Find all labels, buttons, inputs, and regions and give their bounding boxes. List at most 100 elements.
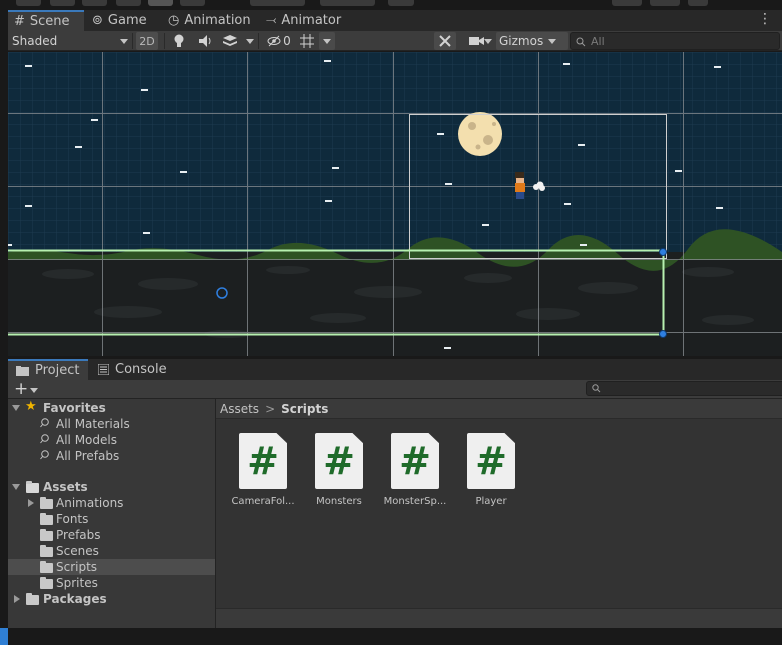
tab-console-label: Console — [115, 362, 167, 377]
folder-fonts[interactable]: Fonts — [8, 511, 215, 527]
tools-overlay-button[interactable] — [434, 32, 456, 50]
tab-project[interactable]: Project — [8, 359, 88, 380]
animator-icon: ⤙ — [266, 13, 277, 28]
transform-tool-button[interactable] — [180, 0, 205, 6]
folder-scenes[interactable]: Scenes — [8, 543, 215, 559]
favorite-item-all-prefabs[interactable]: All Prefabs — [8, 448, 215, 464]
favorites-label: Favorites — [43, 401, 106, 415]
clock-icon: ◷ — [168, 13, 180, 28]
grid-icon — [300, 34, 314, 48]
effects-toggle[interactable] — [220, 32, 240, 50]
scene-viewport[interactable] — [8, 52, 782, 356]
tab-animation[interactable]: ◷ Animation — [162, 10, 258, 31]
effects-dropdown-icon[interactable] — [246, 39, 254, 44]
toolbar-divider — [258, 33, 259, 49]
folder-label: Fonts — [56, 512, 89, 526]
tool-settings-button[interactable] — [388, 0, 414, 6]
tab-console[interactable]: Console — [90, 359, 176, 380]
tab-scene[interactable]: # Scene — [8, 10, 84, 31]
scene-search-input[interactable]: All — [570, 32, 780, 50]
pivot-button[interactable] — [250, 0, 305, 6]
folder-prefabs[interactable]: Prefabs — [8, 527, 215, 543]
scene-canvas[interactable] — [8, 52, 782, 356]
project-folder-tree: ★ Favorites All Materials All Models All… — [8, 398, 215, 628]
tab-game[interactable]: ⊚ Game — [86, 10, 160, 31]
rect-tool-button[interactable] — [148, 0, 173, 6]
asset-name: Player — [475, 496, 507, 507]
toolbar-button-b[interactable] — [650, 0, 680, 6]
folder-open-icon — [26, 481, 39, 493]
tab-animator[interactable]: ⤙ Animator — [260, 10, 350, 31]
chevron-right-icon: > — [265, 401, 276, 416]
search-icon — [40, 434, 49, 444]
csharp-script-icon: # — [467, 433, 515, 489]
folder-scripts[interactable]: Scripts — [8, 559, 215, 575]
assets-label: Assets — [43, 480, 88, 494]
chevron-down-icon — [323, 39, 331, 44]
lighting-toggle[interactable] — [170, 32, 188, 50]
console-icon — [98, 364, 109, 375]
packages-folder[interactable]: Packages — [8, 591, 215, 607]
hand-tool-button[interactable] — [16, 0, 41, 6]
expand-arrow-icon[interactable] — [28, 499, 34, 507]
chevron-down-icon — [120, 39, 128, 44]
eye-hidden-icon — [267, 35, 281, 47]
resize-handle[interactable] — [659, 330, 667, 338]
folder-icon — [40, 577, 53, 589]
folder-icon — [40, 513, 53, 525]
script-glyph: # — [475, 439, 507, 483]
tab-game-label: Game — [107, 13, 147, 28]
toolbar-divider — [164, 33, 165, 49]
search-icon — [40, 450, 49, 460]
project-toolbar: + — [8, 379, 782, 399]
toolbar-divider — [132, 33, 133, 49]
project-search-input[interactable] — [586, 381, 782, 396]
folder-label: Prefabs — [56, 528, 101, 542]
move-tool-button[interactable] — [50, 0, 75, 6]
scale-tool-button[interactable] — [116, 0, 141, 6]
audio-toggle[interactable] — [196, 32, 214, 50]
folder-icon — [40, 529, 53, 541]
folder-icon — [40, 545, 53, 557]
expand-arrow-icon[interactable] — [12, 405, 20, 411]
asset-name: Monsters — [316, 496, 362, 507]
packages-label: Packages — [43, 592, 107, 606]
toolbar-button-c[interactable] — [688, 0, 708, 6]
folder-animations[interactable]: Animations — [8, 495, 215, 511]
camera-settings-button[interactable] — [460, 32, 494, 50]
tab-scene-label: Scene — [29, 14, 70, 29]
moon-sprite — [458, 112, 502, 156]
resize-handle[interactable] — [659, 248, 667, 256]
folder-sprites[interactable]: Sprites — [8, 575, 215, 591]
rotate-tool-button[interactable] — [82, 0, 107, 6]
more-options-icon[interactable]: ⋮ — [758, 11, 772, 27]
favorite-item-label: All Prefabs — [56, 449, 120, 463]
csharp-script-icon: # — [315, 433, 363, 489]
expand-arrow-icon[interactable] — [14, 595, 20, 603]
assets-folder[interactable]: Assets — [8, 479, 215, 495]
scene-tab-bar: # Scene ⊚ Game ◷ Animation ⤙ Animator ⋮ — [8, 10, 782, 31]
expand-arrow-icon[interactable] — [12, 484, 20, 490]
grid-snap-toggle[interactable] — [298, 32, 316, 50]
scene-visibility-toggle[interactable]: 0 — [262, 32, 296, 50]
shading-mode-dropdown[interactable]: Shaded — [12, 32, 130, 50]
breadcrumb-current[interactable]: Scripts — [281, 402, 328, 416]
favorite-item-all-models[interactable]: All Models — [8, 432, 215, 448]
favorites-group[interactable]: ★ Favorites — [8, 399, 215, 416]
create-asset-button[interactable]: + — [14, 379, 38, 399]
2d-mode-label: 2D — [139, 34, 155, 48]
gizmos-dropdown[interactable]: Gizmos — [496, 32, 568, 50]
lightbulb-icon — [174, 34, 184, 47]
global-button[interactable] — [320, 0, 375, 6]
folder-icon — [16, 365, 29, 376]
favorite-item-all-materials[interactable]: All Materials — [8, 416, 215, 432]
speaker-icon — [199, 35, 211, 47]
asset-browser-footer — [216, 608, 782, 628]
breadcrumb-root[interactable]: Assets — [220, 402, 259, 416]
grid-settings-dropdown[interactable] — [319, 32, 335, 50]
folder-label: Scenes — [56, 544, 99, 558]
favorite-item-label: All Materials — [56, 417, 130, 431]
toolbar-button-a[interactable] — [612, 0, 642, 6]
2d-mode-button[interactable]: 2D — [136, 32, 158, 50]
asset-name: MonsterSp... — [383, 496, 447, 507]
